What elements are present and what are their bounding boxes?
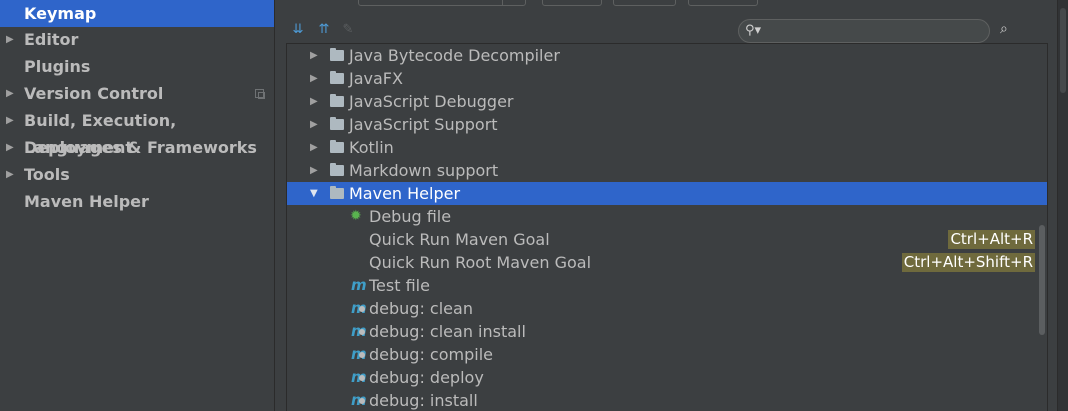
sidebar-item-label: Keymap: [24, 4, 97, 23]
folder-icon: [330, 48, 344, 61]
expand-arrow-icon[interactable]: ▶: [310, 159, 318, 182]
tree-row-label: debug: compile: [369, 345, 493, 364]
expand-arrow-icon[interactable]: ▶: [6, 107, 14, 134]
keymap-scheme-dropdown[interactable]: [358, 0, 526, 6]
tree-row-debug-deploy[interactable]: m debug: deploy: [287, 366, 1047, 389]
pencil-icon[interactable]: ✎: [340, 22, 356, 38]
maven-icon: m: [351, 276, 367, 294]
tree-row-debug-clean[interactable]: m debug: clean: [287, 297, 1047, 320]
tree-row-kotlin[interactable]: ▶ Kotlin: [287, 136, 1047, 159]
folder-icon: [330, 163, 344, 176]
tree-row-label: JavaFX: [349, 69, 403, 88]
tree-row-label: debug: deploy: [369, 368, 484, 387]
tree-row-label: Markdown support: [349, 161, 499, 180]
sidebar-item-label: Tools: [24, 165, 70, 184]
tree-row-javascript-support[interactable]: ▶ JavaScript Support: [287, 113, 1047, 136]
sidebar-item-label: Plugins: [24, 57, 91, 76]
tree-row-label: Quick Run Maven Goal: [369, 230, 550, 249]
sidebar-item-label: Languages & Frameworks: [24, 138, 257, 157]
folder-icon: [330, 186, 344, 199]
maven-debug-icon: m: [351, 297, 367, 320]
keymap-panel: ⇊ ⇈ ✎ ⚲▾ ⌕ ▶ Java Bytecode Decompiler ▶ …: [276, 0, 1056, 411]
tree-row-label: debug: clean install: [369, 322, 526, 341]
tree-row-label: debug: clean: [369, 299, 473, 318]
tree-row-markdown-support[interactable]: ▶ Markdown support: [287, 159, 1047, 182]
expand-arrow-icon[interactable]: ▶: [310, 136, 318, 159]
tree-row-label: Test file: [369, 276, 430, 295]
tree-row-label: JavaScript Debugger: [349, 92, 514, 111]
tree-row-debug-file[interactable]: ✹ Debug file: [287, 205, 1047, 228]
expand-arrow-icon[interactable]: ▶: [310, 90, 318, 113]
expand-arrow-icon[interactable]: ▶: [310, 67, 318, 90]
tree-row-quick-run-root-maven-goal[interactable]: Quick Run Root Maven Goal Ctrl+Alt+Shift…: [287, 251, 1047, 274]
maven-debug-icon: m: [351, 320, 367, 343]
sidebar-item-build-execution-deployment[interactable]: ▶ Build, Execution, Deployment: [0, 107, 274, 157]
expand-arrow-icon[interactable]: ▶: [6, 26, 14, 53]
gear-icon: ✹: [350, 208, 362, 224]
expand-arrow-icon[interactable]: ▶: [6, 80, 14, 107]
search-icon[interactable]: ⚲▾: [745, 23, 761, 38]
expand-all-icon[interactable]: ⇊: [290, 22, 306, 38]
scheme-action-button[interactable]: [613, 0, 676, 6]
tree-row-quick-run-maven-goal[interactable]: Quick Run Maven Goal Ctrl+Alt+R: [287, 228, 1047, 251]
tree-row-debug-install[interactable]: m debug: install: [287, 389, 1047, 411]
tree-row-java-bytecode-decompiler[interactable]: ▶ Java Bytecode Decompiler: [287, 44, 1047, 67]
tree-row-label: Quick Run Root Maven Goal: [369, 253, 592, 272]
tree-row-javascript-debugger[interactable]: ▶ JavaScript Debugger: [287, 90, 1047, 113]
tree-row-javafx[interactable]: ▶ JavaFX: [287, 67, 1047, 90]
expand-arrow-icon[interactable]: ▶: [310, 113, 318, 136]
settings-sidebar: Keymap ▶ Editor Plugins ▶ Version Contro…: [0, 0, 275, 411]
sidebar-item-maven-helper[interactable]: Maven Helper: [0, 188, 274, 215]
expand-arrow-icon[interactable]: ▶: [310, 44, 318, 67]
tree-row-label: JavaScript Support: [349, 115, 498, 134]
tree-row-maven-helper[interactable]: ▼ Maven Helper: [287, 182, 1047, 205]
dropdown-divider: [502, 0, 503, 5]
sidebar-item-plugins[interactable]: Plugins: [0, 53, 274, 80]
sidebar-item-editor[interactable]: ▶ Editor: [0, 26, 274, 53]
tree-row-label: Java Bytecode Decompiler: [349, 46, 560, 65]
scheme-action-button[interactable]: [688, 0, 758, 6]
sidebar-item-label: Editor: [24, 30, 79, 49]
search-input[interactable]: [765, 22, 985, 40]
maven-debug-icon: m: [351, 366, 367, 389]
folder-icon: [330, 71, 344, 84]
project-settings-icon: [255, 89, 265, 99]
sidebar-item-languages-frameworks[interactable]: ▶ Languages & Frameworks: [0, 134, 274, 161]
tree-row-debug-compile[interactable]: m debug: compile: [287, 343, 1047, 366]
find-shortcut-icon[interactable]: ⌕: [1000, 21, 1018, 39]
expand-arrow-icon[interactable]: ▶: [6, 134, 14, 161]
scheme-action-button[interactable]: [542, 0, 602, 6]
sidebar-item-label: Version Control: [24, 84, 164, 103]
tree-row-label: Debug file: [369, 207, 452, 226]
collapse-all-icon[interactable]: ⇈: [316, 22, 332, 38]
tree-row-label: Maven Helper: [349, 184, 461, 203]
sidebar-item-keymap[interactable]: Keymap: [0, 0, 274, 27]
search-field[interactable]: ⚲▾: [738, 19, 990, 43]
tree-row-debug-clean-install[interactable]: m debug: clean install: [287, 320, 1047, 343]
tree-scrollbar[interactable]: [1039, 225, 1045, 335]
sidebar-item-tools[interactable]: ▶ Tools: [0, 161, 274, 188]
window-scrollbar[interactable]: [1057, 0, 1068, 411]
sidebar-item-version-control[interactable]: ▶ Version Control: [0, 80, 274, 107]
sidebar-item-label: Maven Helper: [24, 192, 149, 211]
folder-icon: [330, 140, 344, 153]
window-scrollbar-thumb[interactable]: [1060, 8, 1066, 93]
expand-arrow-icon[interactable]: ▶: [6, 161, 14, 188]
shortcut-badge: Ctrl+Alt+R: [948, 230, 1035, 249]
actions-tree[interactable]: ▶ Java Bytecode Decompiler ▶ JavaFX ▶ Ja…: [286, 43, 1048, 411]
maven-debug-icon: m: [351, 343, 367, 366]
folder-icon: [330, 94, 344, 107]
tree-row-label: Kotlin: [349, 138, 394, 157]
shortcut-badge: Ctrl+Alt+Shift+R: [901, 253, 1035, 272]
folder-icon: [330, 117, 344, 130]
tree-row-test-file[interactable]: m Test file: [287, 274, 1047, 297]
tree-row-label: debug: install: [369, 391, 478, 410]
collapse-arrow-icon[interactable]: ▼: [310, 182, 318, 205]
maven-debug-icon: m: [351, 389, 367, 411]
